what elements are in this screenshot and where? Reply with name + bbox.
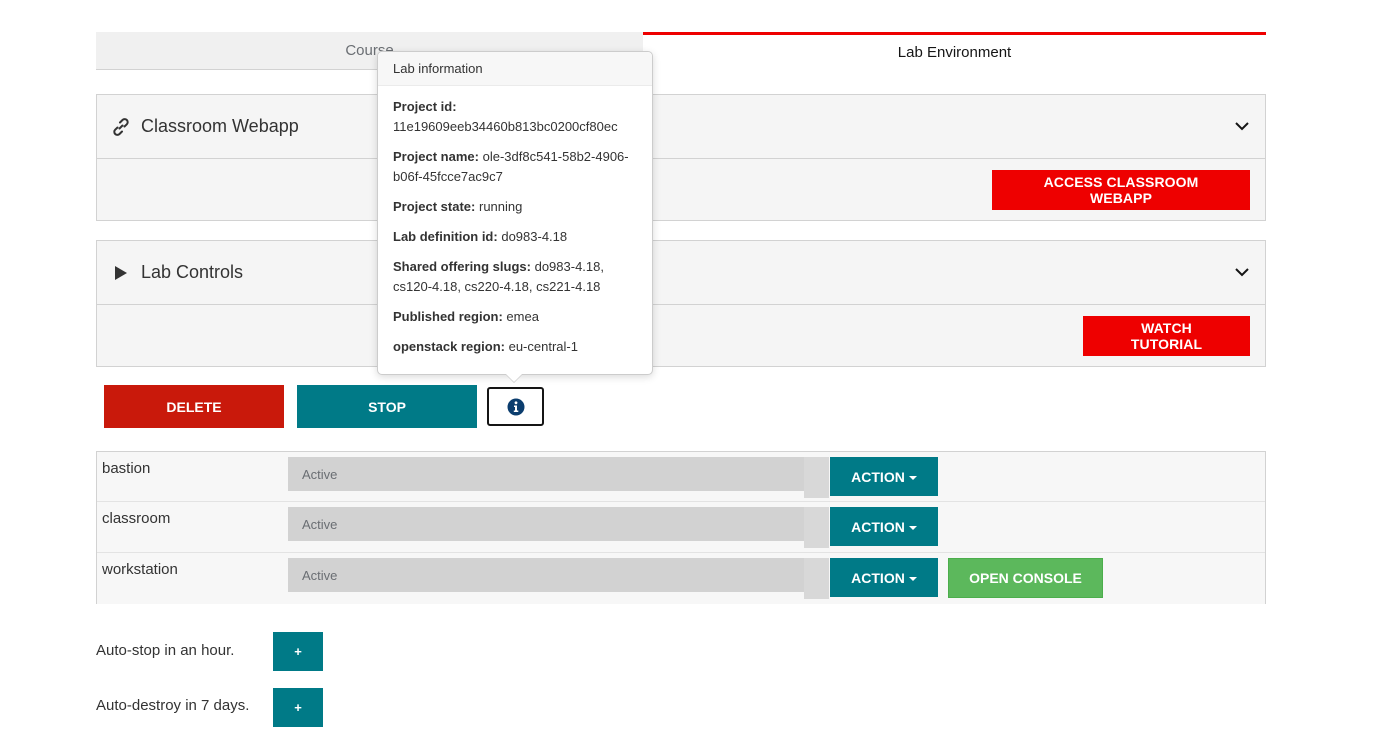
info-value: 11e19609eeb34460b813bc0200cf80ec (393, 119, 618, 134)
info-value: do983-4.18 (501, 229, 568, 244)
info-value: eu-central-1 (508, 339, 578, 354)
info-label: Lab definition id: (393, 229, 498, 244)
project-name-item: Project name: ole-3df8c541-58b2-4906-b06… (393, 147, 646, 187)
lab-info-button[interactable] (487, 387, 544, 426)
info-label: Project state: (393, 199, 476, 214)
info-label: openstack region: (393, 339, 505, 354)
link-icon (111, 117, 131, 137)
access-classroom-webapp-button[interactable]: ACCESS CLASSROOM WEBAPP (992, 170, 1250, 210)
lab-controls-body: WATCH TUTORIAL (97, 305, 1265, 366)
action-label: ACTION (851, 518, 905, 535)
caret-down-icon (908, 475, 917, 480)
action-dropdown-button[interactable]: ACTION (830, 558, 938, 597)
status-spacer (804, 507, 829, 548)
classroom-webapp-panel: Classroom Webapp ACCESS CLASSROOM WEBAPP (96, 94, 1266, 221)
table-row: bastion Active ACTION (97, 452, 1265, 502)
published-region-item: Published region: emea (393, 307, 646, 327)
caret-down-icon (908, 576, 917, 581)
extend-auto-stop-button[interactable]: + (273, 632, 323, 671)
openstack-region-item: openstack region: eu-central-1 (393, 337, 646, 357)
tab-lab-environment[interactable]: Lab Environment (643, 32, 1266, 70)
open-console-button[interactable]: OPEN CONSOLE (948, 558, 1103, 598)
lab-controls-header[interactable]: Lab Controls (97, 241, 1265, 305)
popover-title: Lab information (378, 52, 652, 86)
table-row: workstation Active ACTION OPEN CONSOLE (97, 553, 1265, 604)
info-value: emea (506, 309, 539, 324)
info-label: Project id: (393, 99, 457, 114)
classroom-webapp-body: ACCESS CLASSROOM WEBAPP (97, 159, 1265, 220)
delete-button[interactable]: DELETE (104, 385, 284, 428)
vm-name: classroom (102, 510, 171, 527)
vm-status-field: Active (288, 507, 804, 541)
action-dropdown-button[interactable]: ACTION (830, 507, 938, 546)
info-label: Project name: (393, 149, 479, 164)
popover-body: Project id: 11e19609eeb34460b813bc0200cf8… (378, 86, 652, 357)
vm-name: workstation (102, 561, 178, 578)
stop-button[interactable]: STOP (297, 385, 477, 428)
auto-destroy-label: Auto-destroy in 7 days. (96, 697, 250, 714)
caret-down-icon (908, 525, 917, 530)
vm-name: bastion (102, 460, 151, 477)
project-state-item: Project state: running (393, 197, 646, 217)
status-spacer (804, 457, 829, 498)
lab-information-popover: Lab information Project id: 11e19609eeb34… (377, 51, 653, 383)
action-dropdown-button[interactable]: ACTION (830, 457, 938, 496)
action-label: ACTION (851, 468, 905, 485)
classroom-webapp-title: Classroom Webapp (141, 116, 299, 136)
info-label: Shared offering slugs: (393, 259, 531, 274)
popover-arrow-inner (506, 374, 522, 382)
lab-controls-panel: Lab Controls WATCH TUTORIAL (96, 240, 1266, 367)
info-label: Published region: (393, 309, 503, 324)
project-id-item: Project id: 11e19609eeb34460b813bc0200cf8… (393, 97, 646, 137)
lab-controls-title: Lab Controls (141, 262, 244, 282)
play-icon (111, 263, 131, 283)
classroom-webapp-header[interactable]: Classroom Webapp (97, 95, 1265, 159)
auto-stop-label: Auto-stop in an hour. (96, 642, 235, 659)
chevron-down-icon[interactable] (1233, 263, 1251, 281)
status-spacer (804, 558, 829, 599)
action-label: ACTION (851, 569, 905, 586)
vm-table: bastion Active ACTION classroom Active A… (96, 451, 1266, 604)
extend-auto-destroy-button[interactable]: + (273, 688, 323, 727)
shared-offering-item: Shared offering slugs: do983-4.18, cs120… (393, 257, 646, 297)
table-row: classroom Active ACTION (97, 502, 1265, 553)
info-circle-icon (507, 398, 524, 415)
vm-status-field: Active (288, 558, 804, 592)
info-value: running (479, 199, 523, 214)
vm-status-field: Active (288, 457, 804, 491)
chevron-down-icon[interactable] (1233, 117, 1251, 135)
lab-definition-item: Lab definition id: do983-4.18 (393, 227, 646, 247)
watch-tutorial-button[interactable]: WATCH TUTORIAL (1083, 316, 1250, 356)
tab-bar: Course Lab Environment (96, 32, 1266, 70)
